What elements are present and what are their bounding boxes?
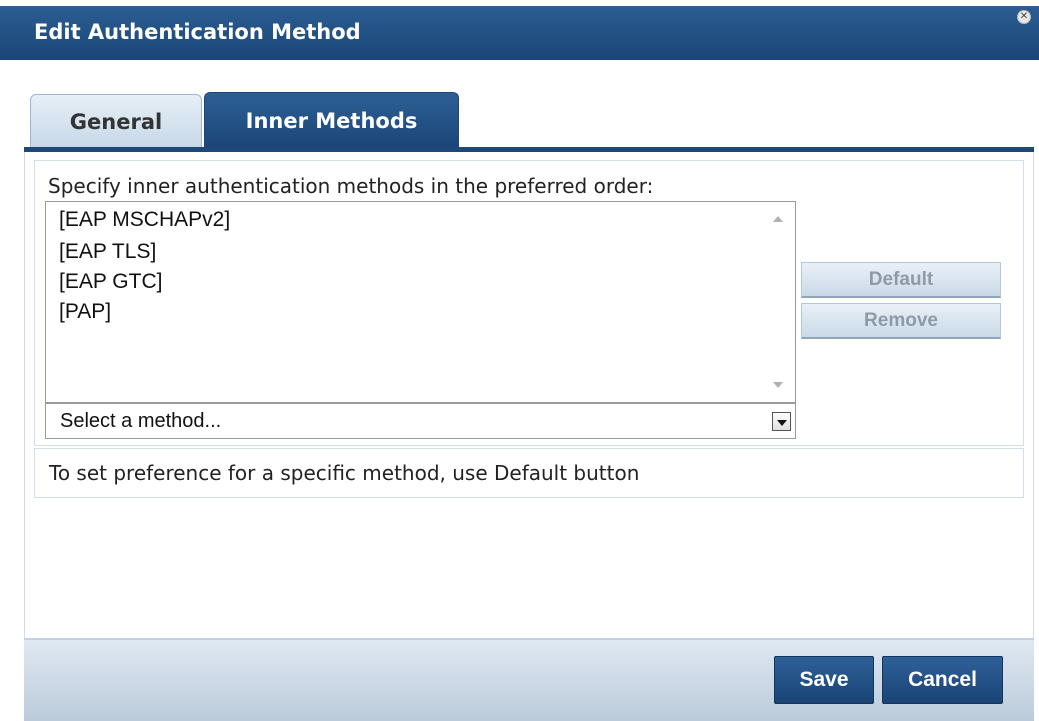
- hint-section: To set preference for a specific method,…: [34, 448, 1024, 498]
- dialog-title: Edit Authentication Method: [34, 20, 361, 44]
- close-icon[interactable]: ✕: [1017, 10, 1031, 24]
- tab-inner-methods[interactable]: Inner Methods: [204, 92, 459, 148]
- tab-general[interactable]: General: [30, 94, 202, 148]
- inner-methods-listbox[interactable]: [EAP MSCHAPv2] [EAP TLS] [EAP GTC] [PAP]: [45, 201, 796, 403]
- cancel-button[interactable]: Cancel: [882, 656, 1003, 704]
- scroll-down-icon[interactable]: [773, 382, 783, 388]
- chevron-down-icon[interactable]: [772, 412, 791, 431]
- save-button[interactable]: Save: [774, 656, 874, 704]
- list-item[interactable]: [EAP TLS]: [59, 240, 156, 264]
- tab-inner-methods-label: Inner Methods: [245, 108, 418, 133]
- instruction-text: Specify inner authentication methods in …: [48, 174, 654, 198]
- method-select-value: Select a method...: [60, 410, 222, 432]
- default-button[interactable]: Default: [801, 262, 1001, 298]
- remove-button[interactable]: Remove: [801, 303, 1001, 339]
- tab-general-label: General: [69, 109, 163, 134]
- hint-text: To set preference for a specific method,…: [49, 461, 640, 485]
- list-item[interactable]: [EAP MSCHAPv2]: [59, 208, 230, 232]
- method-select[interactable]: Select a method...: [45, 403, 796, 439]
- dialog-titlebar: Edit Authentication Method ✕: [0, 0, 1039, 68]
- list-item[interactable]: [PAP]: [59, 300, 111, 324]
- scroll-up-icon[interactable]: [773, 216, 783, 222]
- list-item[interactable]: [EAP GTC]: [59, 270, 162, 294]
